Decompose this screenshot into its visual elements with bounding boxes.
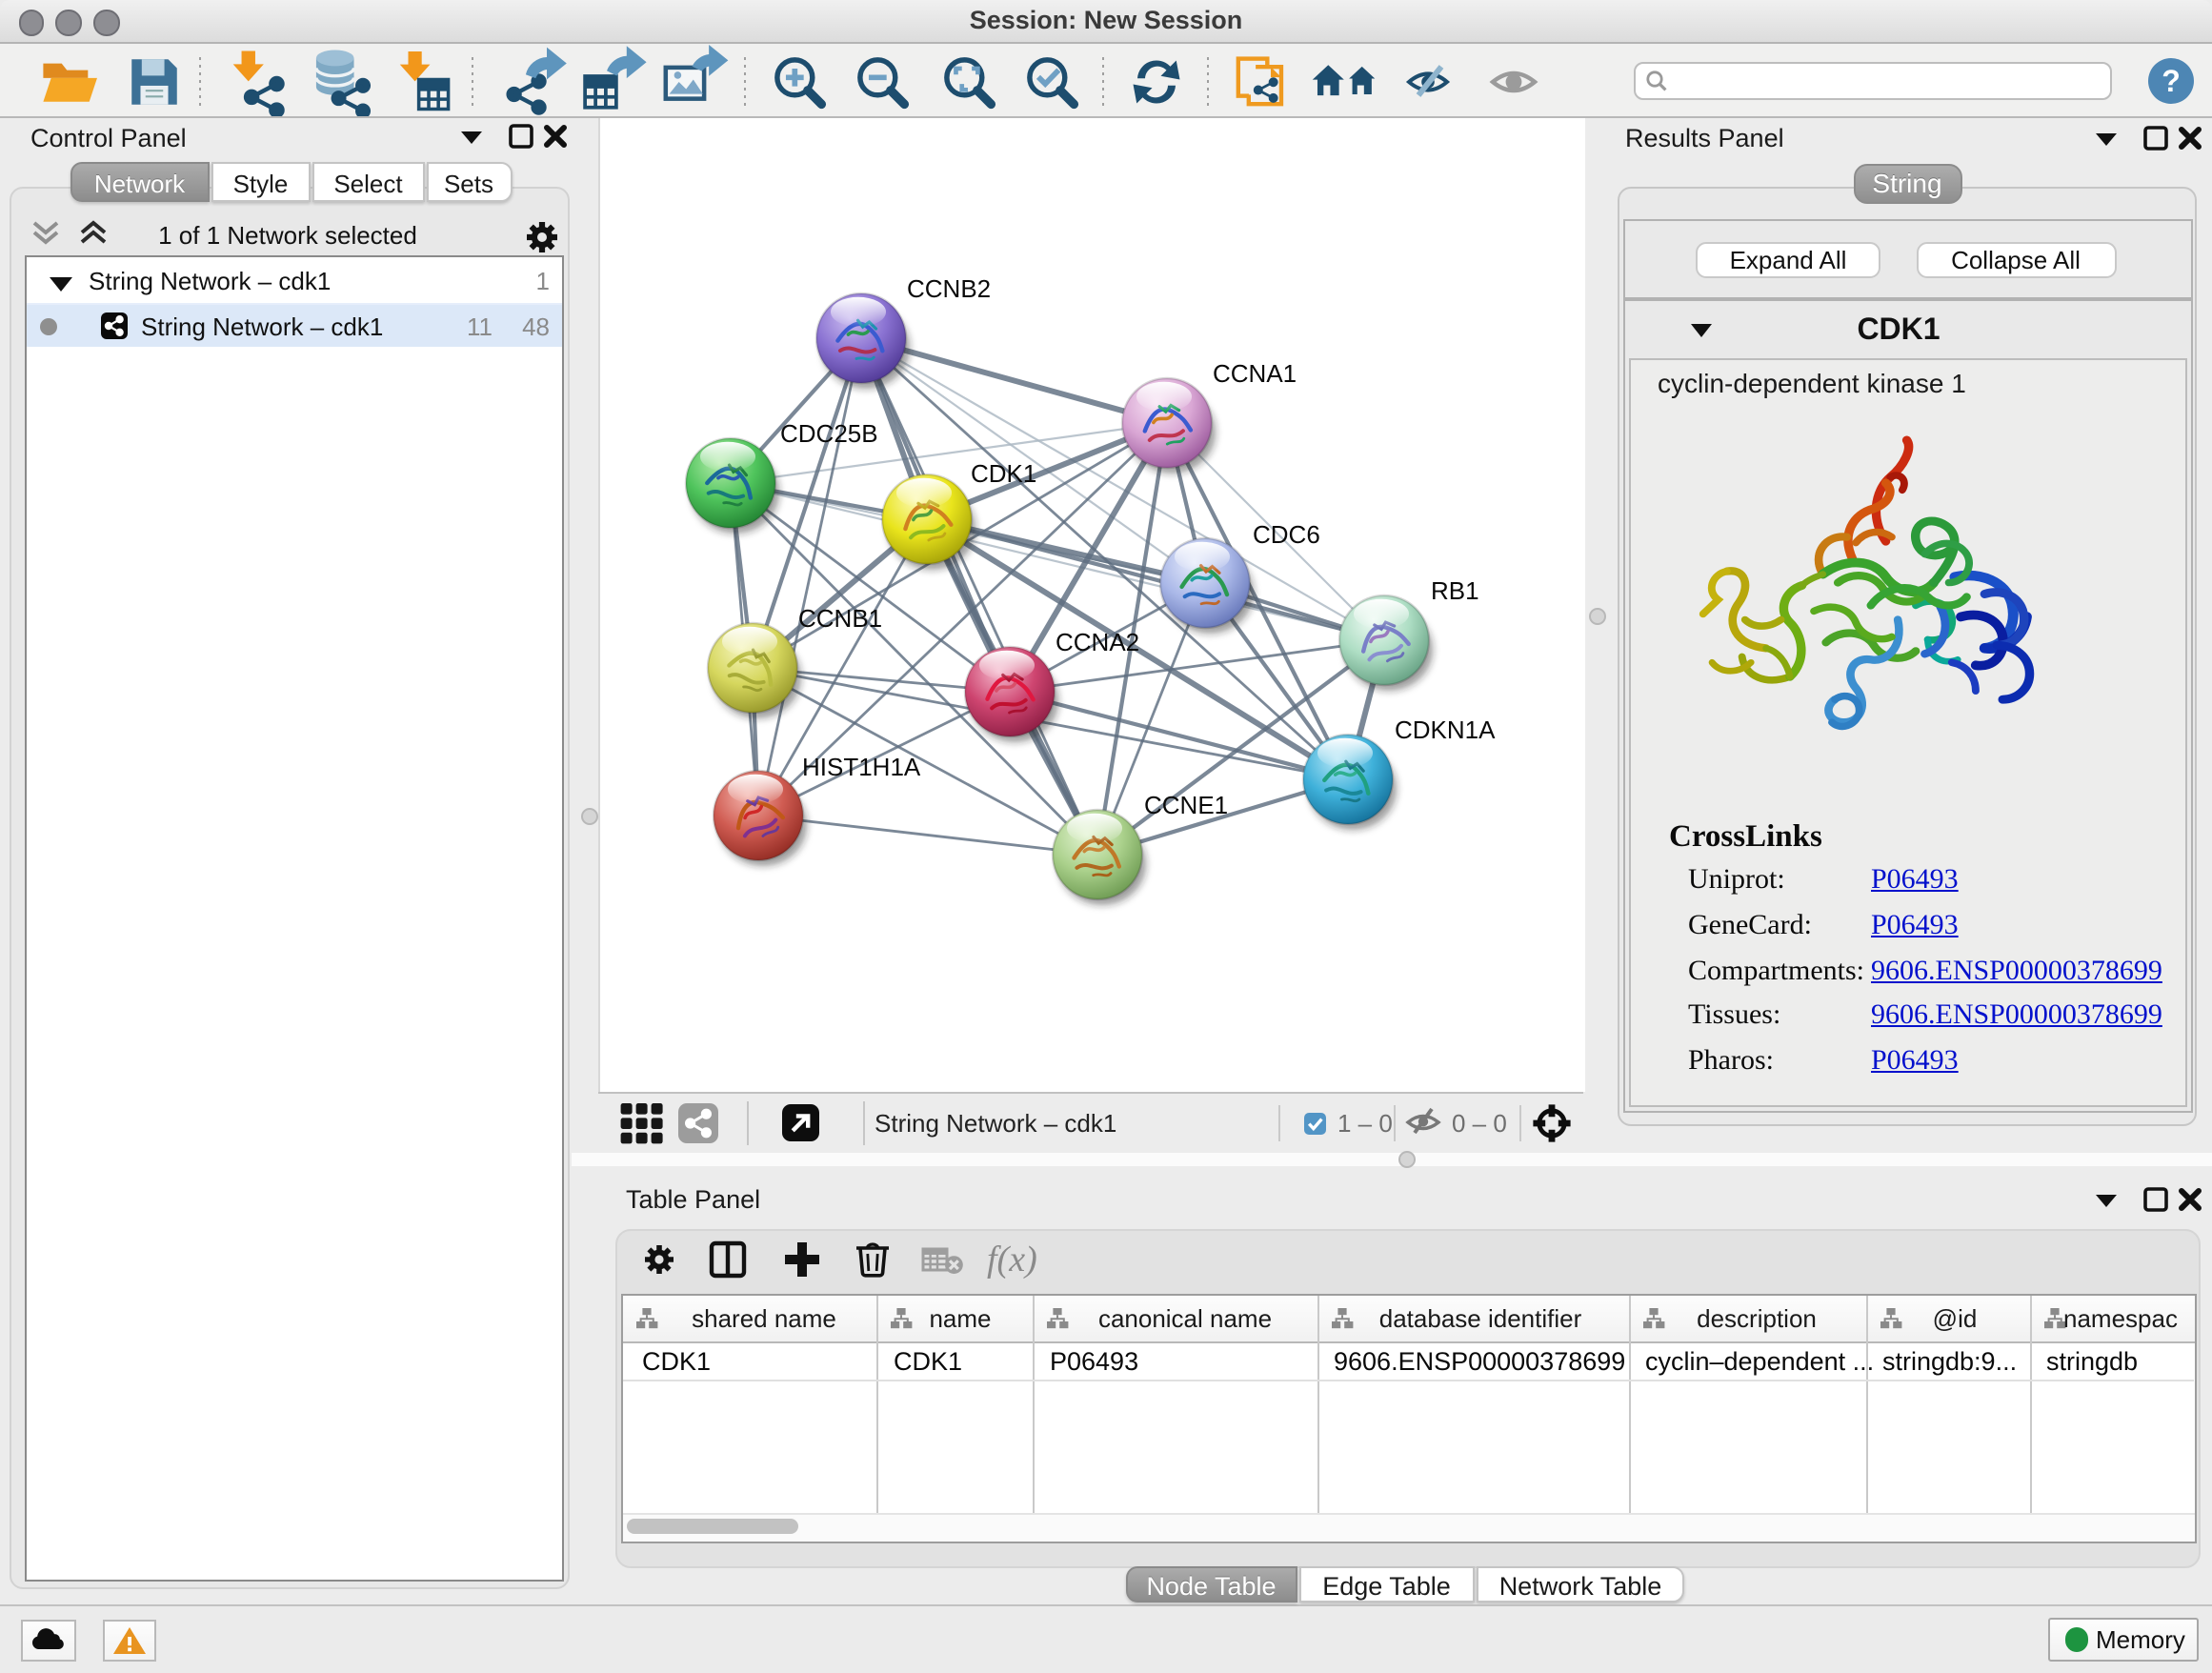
svg-text:name: name (929, 1304, 991, 1333)
svg-text:CDC25B: CDC25B (780, 419, 878, 448)
svg-text:CCNE1: CCNE1 (1144, 791, 1228, 819)
svg-text:HIST1H1A: HIST1H1A (802, 753, 921, 781)
svg-text:CCNA2: CCNA2 (1056, 628, 1139, 656)
svg-text:shared name: shared name (692, 1304, 836, 1333)
svg-text:namespac: namespac (2063, 1304, 2178, 1333)
svg-text:?: ? (2162, 64, 2181, 98)
svg-text:CDK1: CDK1 (894, 1347, 962, 1376)
svg-text:String Network – cdk1: String Network – cdk1 (875, 1109, 1116, 1138)
svg-text:@id: @id (1933, 1304, 1978, 1333)
svg-text:description: description (1697, 1304, 1817, 1333)
svg-text:CDC6: CDC6 (1253, 520, 1320, 549)
svg-text:stringdb:9...: stringdb:9... (1882, 1347, 2017, 1376)
svg-text:P06493: P06493 (1050, 1347, 1138, 1376)
svg-text:cyclin–dependent ...: cyclin–dependent ... (1645, 1347, 1874, 1376)
svg-text:CDK1: CDK1 (642, 1347, 711, 1376)
svg-text:9606.ENSP00000378699: 9606.ENSP00000378699 (1334, 1347, 1625, 1376)
svg-text:CDK1: CDK1 (971, 459, 1036, 488)
svg-text:f(x): f(x) (987, 1240, 1037, 1280)
svg-text:CCNA1: CCNA1 (1213, 359, 1297, 388)
svg-text:stringdb: stringdb (2046, 1347, 2138, 1376)
svg-text:CCNB1: CCNB1 (798, 604, 882, 633)
svg-text:RB1: RB1 (1431, 576, 1479, 605)
svg-text:0 – 0: 0 – 0 (1452, 1109, 1507, 1138)
svg-text:database identifier: database identifier (1379, 1304, 1582, 1333)
svg-text:CCNB2: CCNB2 (907, 274, 991, 303)
svg-text:canonical name: canonical name (1098, 1304, 1272, 1333)
svg-text:CDKN1A: CDKN1A (1395, 716, 1496, 744)
svg-text:1 – 0: 1 – 0 (1337, 1109, 1393, 1138)
